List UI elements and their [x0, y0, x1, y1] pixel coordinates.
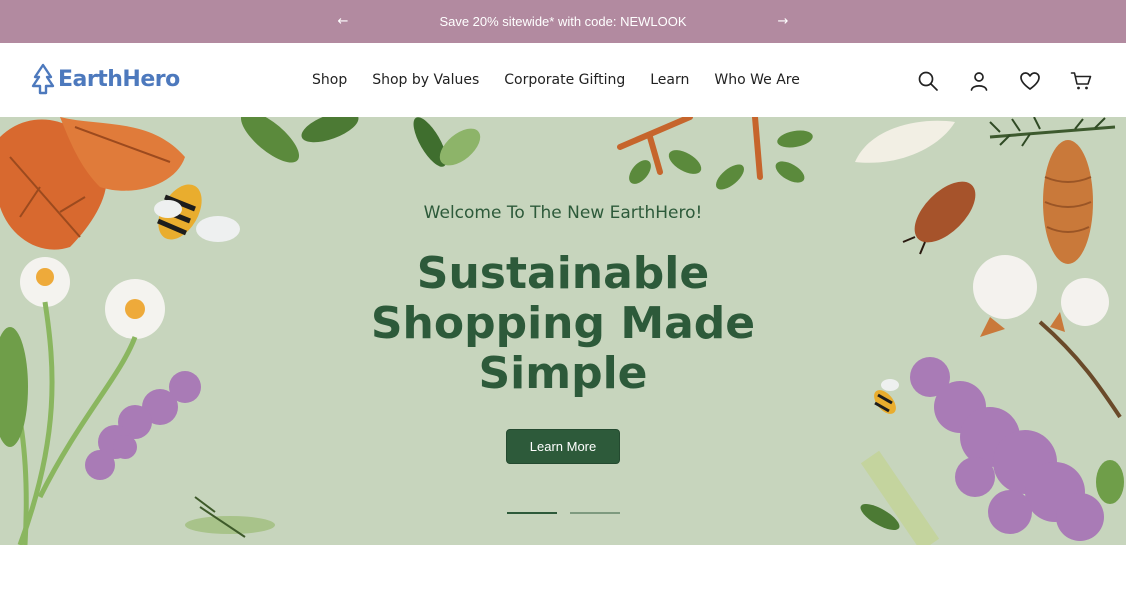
nav-who-we-are[interactable]: Who We Are — [714, 72, 799, 88]
hero-title-line: Shopping Made — [370, 298, 756, 349]
learn-more-button[interactable]: Learn More — [506, 429, 620, 464]
nav-shop[interactable]: Shop — [312, 72, 347, 88]
grasshopper-illustration — [185, 496, 275, 538]
cart-button[interactable] — [1067, 67, 1095, 95]
carousel-indicators — [507, 512, 633, 514]
nav-corporate-gifting[interactable]: Corporate Gifting — [504, 72, 625, 88]
search-button[interactable] — [914, 67, 942, 95]
search-icon — [918, 71, 938, 91]
hero-title-line: Sustainable — [416, 248, 710, 299]
nav-shop-by-values[interactable]: Shop by Values — [372, 72, 479, 88]
hero-eyebrow: Welcome To The New EarthHero! — [423, 203, 703, 223]
account-button[interactable] — [965, 67, 993, 95]
hero-banner: Welcome To The New EarthHero! Sustainabl… — [0, 117, 1126, 545]
heart-icon — [1020, 72, 1040, 90]
promo-next-arrow[interactable]: → — [753, 14, 813, 29]
logo-text: EarthHero — [58, 66, 180, 92]
promo-bar: ← Save 20% sitewide* with code: NEWLOOK … — [0, 0, 1126, 43]
wishlist-button[interactable] — [1016, 67, 1044, 95]
logo[interactable]: EarthHero — [30, 63, 180, 95]
site-header: EarthHero Shop Shop by Values Corporate … — [0, 43, 1126, 117]
oak-leaf-illustration — [0, 117, 185, 250]
carousel-dot-2[interactable] — [570, 512, 620, 514]
main-nav: Shop Shop by Values Corporate Gifting Le… — [312, 72, 825, 88]
tree-logo-icon — [31, 63, 55, 95]
nav-learn[interactable]: Learn — [650, 72, 689, 88]
header-icons — [914, 67, 1118, 95]
account-icon — [970, 72, 988, 91]
carousel-dot-1[interactable] — [507, 512, 557, 514]
pine-cone-illustration — [989, 117, 1116, 264]
hero-title-line: Simple — [478, 348, 648, 399]
content-area — [0, 545, 1126, 600]
promo-prev-arrow[interactable]: ← — [313, 14, 373, 29]
promo-message[interactable]: Save 20% sitewide* with code: NEWLOOK — [373, 14, 753, 29]
hero-title: Sustainable Shopping Made Simple — [0, 249, 1126, 399]
feather-illustration — [855, 120, 955, 163]
leaf-illustration — [240, 117, 481, 167]
cart-icon — [1070, 72, 1092, 90]
